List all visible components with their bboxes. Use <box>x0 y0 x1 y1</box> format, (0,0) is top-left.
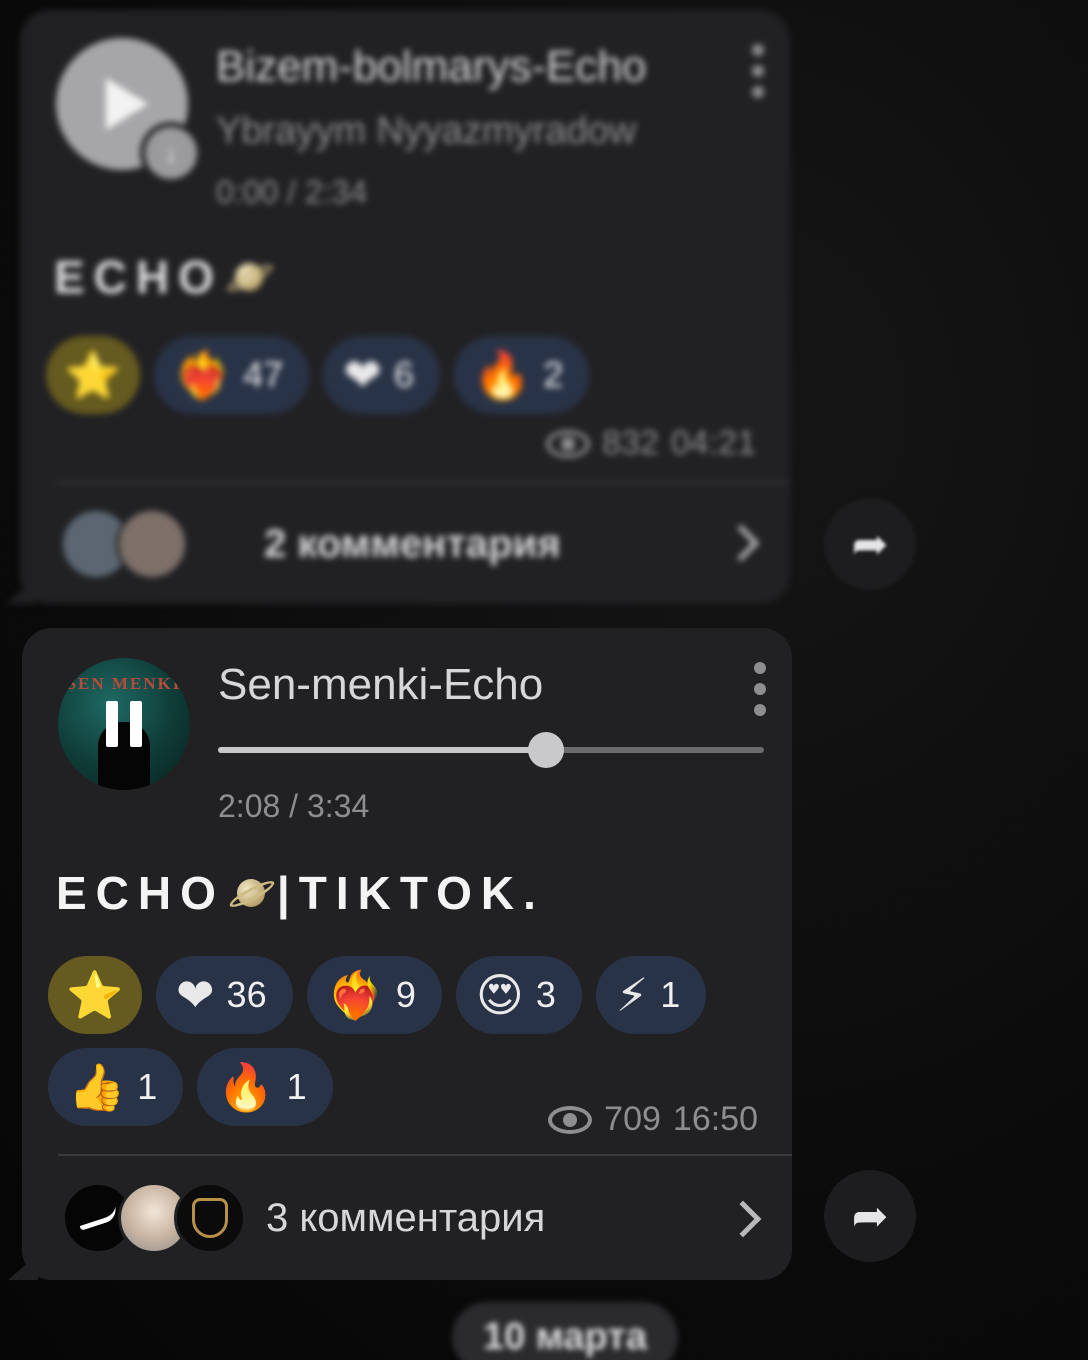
reactions-row: ⭐ ❤‍🔥 47 ❤ 6 🔥 2 <box>46 336 786 414</box>
more-vertical-icon[interactable] <box>752 662 768 716</box>
reaction-count: 1 <box>660 974 681 1015</box>
eye-icon <box>546 429 591 458</box>
reaction-pill[interactable]: 🔥 1 <box>197 1048 333 1126</box>
message-bubble-2[interactable]: SEN MENKI Sen-menki-Echo 2:08 / 3:34 ECH… <box>8 628 792 1280</box>
comments-link[interactable]: 3 комментария <box>62 1182 545 1254</box>
reaction-count: 1 <box>137 1066 158 1107</box>
reaction-pill[interactable]: 😍 3 <box>455 956 582 1034</box>
caption-text: ECHO <box>54 251 223 303</box>
views-count: 709 <box>604 1100 661 1138</box>
date-separator: 10 марта <box>452 1302 678 1360</box>
track-time: 2:08 / 3:34 <box>218 788 370 824</box>
reaction-pill[interactable]: ❤ 36 <box>156 956 293 1034</box>
message-caption: ECHO <box>54 250 275 304</box>
avatar <box>174 1182 246 1254</box>
track-title: Bizem-bolmarys-Echo <box>216 42 647 91</box>
bubble-tail <box>8 1254 38 1280</box>
reaction-pill[interactable]: 👍 1 <box>48 1048 184 1126</box>
reaction-count: 2 <box>543 354 564 395</box>
caption-suffix: |TIKTOK. <box>276 867 545 919</box>
track-title: Sen-menki-Echo <box>218 660 544 709</box>
share-arrow-icon: ➦ <box>851 1191 889 1241</box>
sent-time: 16:50 <box>672 1100 758 1138</box>
reaction-emoji: ⚡ <box>615 968 649 1022</box>
pause-button[interactable]: SEN MENKI <box>58 658 190 790</box>
nike-logo-icon <box>76 1205 120 1231</box>
reaction-emoji: ❤ <box>176 968 215 1022</box>
cover-art-text: SEN MENKI <box>66 674 182 693</box>
track-time: 0:00 / 2:34 <box>216 174 368 210</box>
play-icon <box>106 78 148 130</box>
share-button[interactable]: ➦ <box>824 498 916 590</box>
more-vertical-icon[interactable] <box>750 44 766 98</box>
reaction-pill[interactable]: ❤‍🔥 47 <box>154 336 310 414</box>
seek-thumb[interactable] <box>527 732 564 768</box>
chevron-right-icon[interactable] <box>724 1200 762 1238</box>
eye-icon <box>548 1105 593 1134</box>
seek-bar[interactable] <box>218 732 764 768</box>
reaction-emoji: 👍 <box>68 1060 126 1114</box>
views-count: 832 <box>602 424 659 462</box>
pause-icon <box>106 701 142 747</box>
reaction-count: 6 <box>393 354 414 395</box>
reaction-pill[interactable]: ❤‍🔥 9 <box>306 956 442 1034</box>
reaction-emoji: 🔥 <box>217 1060 275 1114</box>
comments-link[interactable]: 2 комментария <box>60 508 561 580</box>
seek-progress <box>218 747 546 753</box>
comments-label: 2 комментария <box>264 521 561 566</box>
planet-icon <box>225 255 275 299</box>
star-reaction-button[interactable]: ⭐ <box>48 956 142 1034</box>
divider <box>58 1154 792 1156</box>
message-meta: 832 04:21 <box>546 424 756 463</box>
reaction-pill[interactable]: 🔥 2 <box>453 336 590 414</box>
crest-logo-icon <box>192 1198 228 1238</box>
divider <box>56 482 790 484</box>
reaction-pill[interactable]: ⚡ 1 <box>595 956 707 1034</box>
message-caption: ECHO |TIKTOK. <box>56 866 545 920</box>
caption-text: ECHO <box>56 867 225 919</box>
avatar <box>116 508 188 580</box>
download-icon[interactable]: ↓ <box>140 122 202 184</box>
reaction-count: 47 <box>243 354 284 395</box>
reaction-count: 3 <box>535 974 556 1015</box>
reaction-emoji: 🔥 <box>473 348 532 402</box>
reaction-count: 9 <box>395 974 416 1015</box>
star-icon: ⭐ <box>66 968 124 1022</box>
share-arrow-icon: ➦ <box>851 519 889 569</box>
reaction-emoji: ❤ <box>343 348 382 402</box>
reaction-emoji: 😍 <box>475 968 524 1022</box>
reaction-count: 36 <box>226 974 267 1015</box>
comments-label: 3 комментария <box>266 1195 546 1240</box>
star-icon: ⭐ <box>64 348 122 402</box>
share-button[interactable]: ➦ <box>824 1170 916 1262</box>
reaction-count: 1 <box>286 1066 307 1107</box>
message-bubble-1[interactable]: ↓ Bizem-bolmarys-Echo Ybrayym Nyyazmyrad… <box>6 10 790 604</box>
sent-time: 04:21 <box>670 424 756 462</box>
planet-icon <box>227 871 277 915</box>
reaction-emoji: ❤‍🔥 <box>326 968 384 1022</box>
reaction-pill[interactable]: ❤ 6 <box>323 336 440 414</box>
message-meta: 709 16:50 <box>548 1100 758 1139</box>
reaction-emoji: ❤‍🔥 <box>174 348 232 402</box>
star-reaction-button[interactable]: ⭐ <box>46 336 140 414</box>
bubble-tail <box>6 578 36 604</box>
commenter-avatars <box>62 1182 246 1254</box>
chevron-right-icon[interactable] <box>722 524 760 562</box>
commenter-avatars <box>60 508 240 580</box>
track-artist: Ybrayym Nyyazmyradow <box>216 110 637 152</box>
